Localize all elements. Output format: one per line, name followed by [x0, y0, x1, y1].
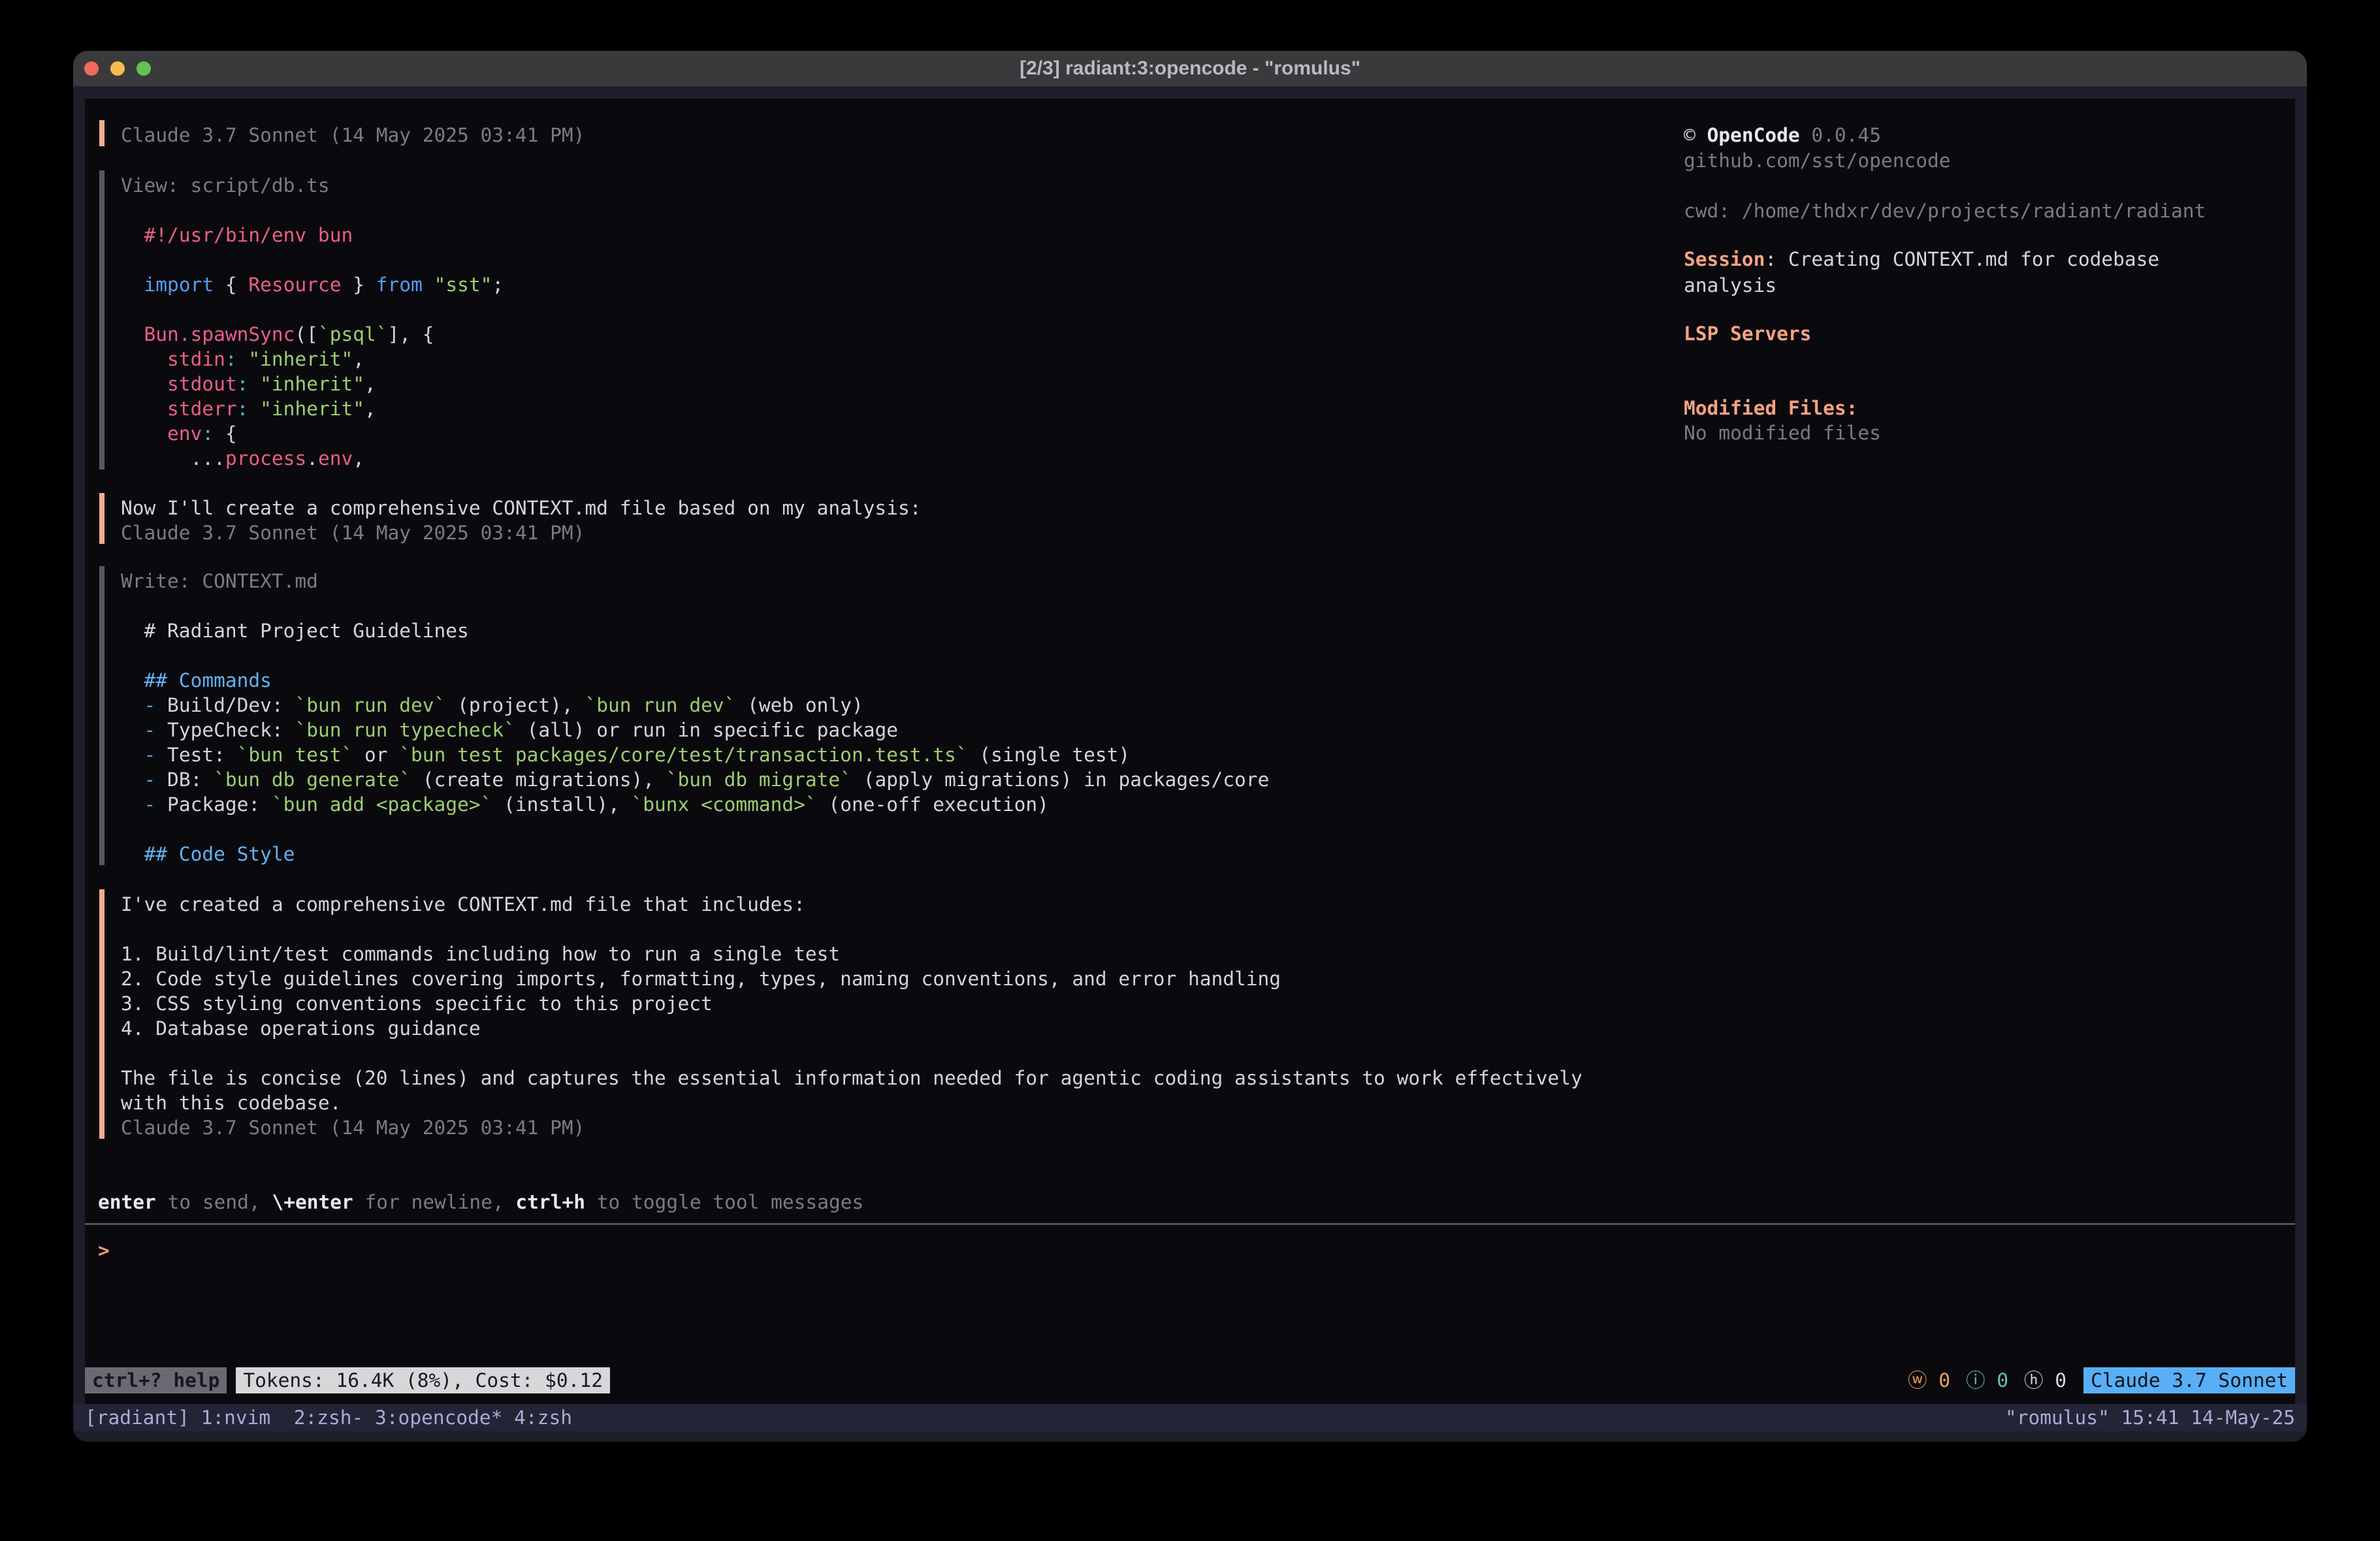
traffic-lights [84, 61, 151, 76]
message-accent-bar [99, 889, 105, 1139]
tool-write-context-md: Write: CONTEXT.md # Radiant Project Guid… [85, 569, 1269, 866]
session-title-line-2: analysis [1684, 273, 1777, 298]
modified-files-header: Modified Files: [1684, 396, 1857, 421]
prompt-symbol: > [98, 1239, 110, 1262]
cwd-line: cwd: /home/thdxr/dev/projects/radiant/ra… [1684, 199, 2206, 223]
close-button[interactable] [84, 61, 99, 76]
tmux-session-name: [radiant] [85, 1406, 201, 1429]
assistant-turn-header-1: Claude 3.7 Sonnet (14 May 2025 03:41 PM) [85, 123, 585, 148]
message-accent-bar [99, 120, 105, 146]
desktop-background: [2/3] radiant:3:opencode - "romulus" ent… [0, 0, 2380, 1541]
warning-count-indicator: ⓦ 0 [1908, 1368, 1950, 1393]
terminal-content: enter to send, \+enter for newline, ctrl… [85, 99, 2295, 1404]
opencode-repo-url: github.com/sst/opencode [1684, 148, 1951, 173]
tool-block-bar [99, 566, 105, 865]
tmux-host-datetime: "romulus" 15:41 14-May-25 [2005, 1406, 2295, 1429]
assistant-message-2: I've created a comprehensive CONTEXT.md … [85, 892, 1583, 1140]
diagnostic-indicators: ⓦ 0 ⓘ 0 ⓗ 0 [1908, 1368, 2066, 1393]
status-bar-right: ⓦ 0 ⓘ 0 ⓗ 0 Claude 3.7 Sonnet [1908, 1367, 2295, 1393]
help-shortcut-chip: ctrl+? help [85, 1367, 227, 1393]
tmux-windows: 1:nvim 2:zsh- 3:opencode* 4:zsh [201, 1406, 572, 1429]
message-accent-bar [99, 493, 105, 544]
tmux-window-1[interactable]: 1:nvim [201, 1406, 294, 1429]
tmux-window-4[interactable]: 4:zsh [514, 1406, 572, 1429]
terminal-window: [2/3] radiant:3:opencode - "romulus" ent… [73, 51, 2307, 1442]
tool-view-script-db: View: script/db.ts #!/usr/bin/env bun im… [85, 173, 504, 471]
minimize-button[interactable] [110, 61, 125, 76]
lsp-servers-header: LSP Servers [1684, 321, 1811, 346]
window-titlebar: [2/3] radiant:3:opencode - "romulus" [73, 51, 2307, 87]
tmux-window-2[interactable]: 2:zsh- [294, 1406, 375, 1429]
opencode-brand-line: © OpenCode 0.0.45 [1684, 123, 1881, 148]
tokens-cost-chip: Tokens: 16.4K (8%), Cost: $0.12 [236, 1367, 610, 1393]
assistant-message-1: Now I'll create a comprehensive CONTEXT.… [85, 496, 921, 545]
tmux-window-3[interactable]: 3:opencode* [375, 1406, 514, 1429]
window-title: [2/3] radiant:3:opencode - "romulus" [1020, 57, 1360, 80]
tool-block-bar [99, 170, 105, 469]
status-bar: ctrl+? help Tokens: 16.4K (8%), Cost: $0… [85, 1367, 2295, 1394]
input-divider-line [85, 1223, 2295, 1225]
tmux-status-bar: [radiant] 1:nvim 2:zsh- 3:opencode* 4:zs… [73, 1404, 2307, 1431]
modified-files-empty: No modified files [1684, 421, 1881, 445]
hint-count-indicator: ⓗ 0 [2024, 1368, 2066, 1393]
prompt-input[interactable]: > [98, 1238, 2282, 1263]
zoom-button[interactable] [137, 61, 151, 76]
session-title-line-1: Session: Creating CONTEXT.md for codebas… [1684, 247, 2159, 272]
model-chip[interactable]: Claude 3.7 Sonnet [2083, 1367, 2295, 1393]
input-help-line: enter to send, \+enter for newline, ctrl… [98, 1190, 863, 1215]
info-count-indicator: ⓘ 0 [1966, 1368, 2008, 1393]
